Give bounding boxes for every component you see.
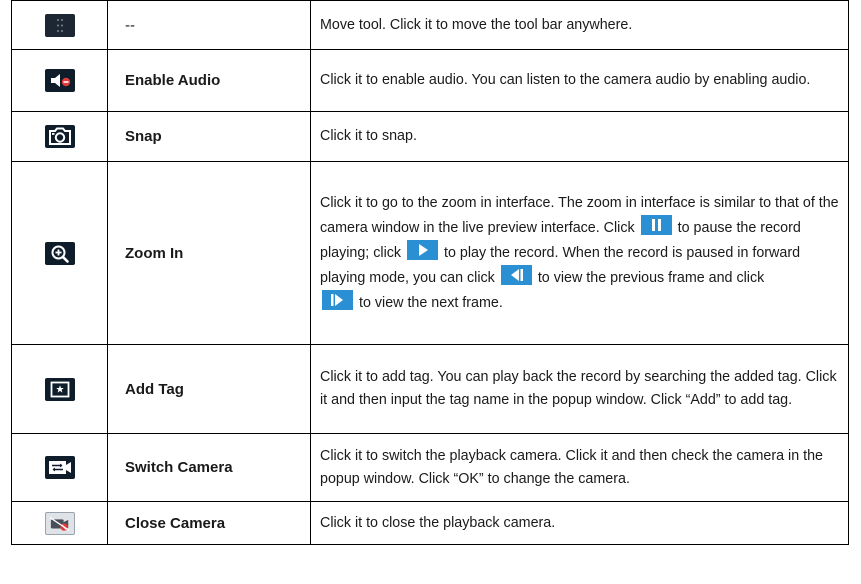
table-row: Add Tag Click it to add tag. You can pla…: [11, 344, 849, 434]
icon-cell: [11, 49, 108, 112]
camera-snap-icon[interactable]: [44, 125, 75, 148]
zoom-in-icon[interactable]: [44, 241, 75, 265]
button-name: Snap: [107, 111, 311, 162]
description-text: to view the previous frame and click: [537, 269, 765, 286]
audio-muted-icon[interactable]: [44, 69, 75, 92]
table-row: -- Move tool. Click it to move the tool …: [11, 0, 849, 50]
switch-camera-icon[interactable]: [44, 456, 75, 479]
next-frame-icon: [322, 289, 353, 310]
button-description: Click it to enable audio. You can listen…: [310, 49, 849, 112]
move-handle-icon[interactable]: [44, 13, 75, 37]
button-name: --: [107, 0, 311, 50]
icon-cell: [11, 111, 108, 162]
button-name: Add Tag: [107, 344, 311, 434]
play-icon: [407, 239, 439, 260]
description-text: to view the next frame.: [358, 294, 503, 311]
button-description: Click it to snap.: [310, 111, 849, 162]
icon-cell: [11, 344, 108, 434]
button-description: Move tool. Click it to move the tool bar…: [310, 0, 849, 50]
add-tag-icon[interactable]: [44, 377, 75, 401]
close-camera-icon[interactable]: [44, 511, 75, 535]
toolbar-buttons-table: -- Move tool. Click it to move the tool …: [11, 0, 849, 545]
table-row: Enable Audio Click it to enable audio. Y…: [11, 49, 849, 112]
button-name: Switch Camera: [107, 433, 311, 502]
table-row: Switch Camera Click it to switch the pla…: [11, 433, 849, 502]
icon-cell: [11, 0, 108, 50]
button-name: Close Camera: [107, 501, 311, 545]
table-row: Close Camera Click it to close the playb…: [11, 501, 849, 545]
icon-cell: [11, 501, 108, 545]
pause-icon: [640, 214, 672, 235]
button-description: Click it to add tag. You can play back t…: [310, 344, 849, 434]
button-name: Zoom In: [107, 161, 311, 345]
table-row: Snap Click it to snap.: [11, 111, 849, 162]
icon-cell: [11, 433, 108, 502]
table-row: Zoom In Click it to go to the zoom in in…: [11, 161, 849, 345]
button-description: Click it to close the playback camera.: [310, 501, 849, 545]
button-name: Enable Audio: [107, 49, 311, 112]
icon-cell: [11, 161, 108, 345]
button-description: Click it to switch the playback camera. …: [310, 433, 849, 502]
previous-frame-icon: [500, 264, 532, 285]
button-description: Click it to go to the zoom in interface.…: [310, 161, 849, 345]
